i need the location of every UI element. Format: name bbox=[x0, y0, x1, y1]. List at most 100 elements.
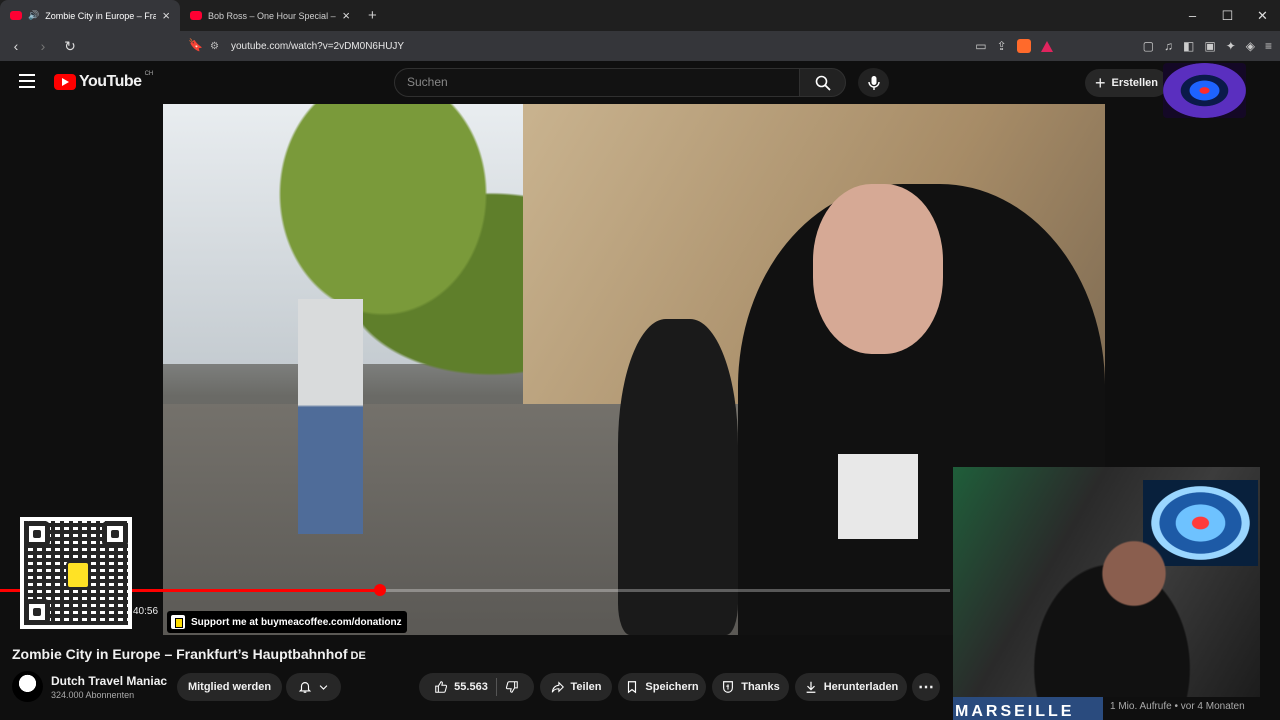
create-label: Erstellen bbox=[1111, 77, 1158, 89]
youtube-favicon-icon bbox=[190, 11, 202, 20]
url-text: youtube.com/watch?v=2vDM0N6HUJY bbox=[230, 40, 405, 52]
browser-tab-active[interactable]: 🔊 Zombie City in Europe – Frankfurt's × bbox=[0, 0, 180, 31]
video-time: 40:56 bbox=[133, 606, 159, 617]
thanks-icon bbox=[723, 681, 734, 693]
ai-icon[interactable]: ✦ bbox=[1226, 39, 1236, 53]
video-title-text: Zombie City in Europe – Frankfurt’s Haup… bbox=[12, 646, 348, 662]
thumbnail-text: MARSEILLE bbox=[955, 703, 1075, 720]
reload-icon[interactable]: ↻ bbox=[59, 38, 81, 55]
like-divider bbox=[495, 678, 497, 696]
close-tab-icon[interactable]: × bbox=[342, 8, 350, 23]
browser-tab-bar: 🔊 Zombie City in Europe – Frankfurt's × … bbox=[0, 0, 1280, 31]
hamburger-menu-icon[interactable] bbox=[19, 74, 35, 88]
maximize-icon[interactable]: ☐ bbox=[1210, 0, 1245, 31]
brave-rewards-icon[interactable] bbox=[1040, 40, 1053, 52]
channel-name[interactable]: Dutch Travel Maniac bbox=[51, 674, 167, 688]
save-label: Speichern bbox=[645, 681, 699, 693]
download-button[interactable]: Herunterladen bbox=[795, 673, 907, 701]
vpn-icon[interactable]: ◈ bbox=[1246, 39, 1255, 53]
youtube-favicon-icon bbox=[10, 11, 22, 20]
create-button[interactable]: + Erstellen bbox=[1085, 69, 1168, 97]
progress-bar[interactable] bbox=[0, 584, 950, 596]
qr-finder bbox=[102, 521, 128, 547]
cast-icon[interactable]: ▭ bbox=[975, 39, 986, 53]
progress-scrubber[interactable] bbox=[374, 584, 386, 596]
streamer-image bbox=[1013, 507, 1233, 697]
plus-icon: + bbox=[1095, 72, 1106, 93]
thanks-label: Thanks bbox=[741, 681, 780, 693]
bookmark-icon[interactable]: 🔖 bbox=[188, 38, 203, 52]
browser-tab[interactable]: Bob Ross – One Hour Special – The G × bbox=[180, 0, 360, 31]
account-avatar[interactable] bbox=[1163, 63, 1246, 118]
video-frame-woman bbox=[618, 319, 738, 635]
toolbar-actions: ▭ ⇪ ▢ ♫ ◧ ▣ ✦ ◈ ≡ bbox=[975, 31, 1272, 61]
youtube-play-icon bbox=[54, 74, 76, 90]
coffee-cup-icon bbox=[66, 561, 90, 589]
bell-icon bbox=[298, 682, 312, 693]
search-icon bbox=[815, 75, 831, 91]
minimize-icon[interactable]: – bbox=[1175, 0, 1210, 31]
new-tab-icon[interactable]: + bbox=[368, 7, 377, 24]
thanks-button[interactable]: Thanks bbox=[712, 673, 789, 701]
brave-shields-icon[interactable] bbox=[1016, 39, 1031, 53]
support-overlay[interactable]: Support me at buymeacoffee.com/donationz bbox=[167, 611, 407, 633]
download-icon bbox=[806, 681, 816, 693]
youtube-logo[interactable]: YouTube CH bbox=[54, 71, 154, 91]
video-frame-shirt-print bbox=[838, 454, 918, 539]
menu-icon[interactable]: ≡ bbox=[1265, 39, 1272, 53]
video-frame-trees bbox=[203, 104, 563, 404]
share-label: Teilen bbox=[570, 681, 602, 693]
voice-search-button[interactable] bbox=[858, 68, 889, 97]
chevron-down-icon bbox=[319, 685, 328, 690]
bookmark-save-icon bbox=[628, 681, 637, 694]
browser-toolbar: ‹ › ↻ 🔖 ⚙ youtube.com/watch?v=2vDM0N6HUJ… bbox=[0, 31, 1280, 61]
back-icon[interactable]: ‹ bbox=[5, 38, 27, 54]
title-language: DE bbox=[350, 650, 366, 662]
webcam-overlay bbox=[953, 467, 1260, 697]
notifications-button[interactable] bbox=[286, 673, 341, 701]
tab-label: Bob Ross – One Hour Special – The G bbox=[208, 10, 336, 21]
window-close-icon[interactable]: ✕ bbox=[1245, 0, 1280, 31]
wallet-icon[interactable]: ▣ bbox=[1204, 39, 1215, 53]
thumbs-up-icon bbox=[435, 681, 448, 693]
like-count: 55.563 bbox=[454, 681, 488, 693]
video-frame-walker bbox=[298, 299, 363, 534]
join-button[interactable]: Mitglied werden bbox=[177, 673, 282, 701]
qr-code bbox=[20, 517, 132, 629]
share-icon[interactable]: ⇪ bbox=[997, 39, 1007, 53]
join-label: Mitglied werden bbox=[187, 681, 272, 693]
qr-finder bbox=[24, 521, 50, 547]
site-info-icon[interactable]: ⚙ bbox=[210, 41, 219, 52]
close-tab-icon[interactable]: × bbox=[162, 8, 170, 23]
video-frame-man-head bbox=[813, 184, 943, 354]
country-code: CH bbox=[144, 71, 154, 77]
qr-finder bbox=[24, 599, 50, 625]
like-dislike-group: 55.563 bbox=[419, 673, 534, 701]
more-icon: ⋯ bbox=[918, 679, 934, 696]
search-button[interactable] bbox=[799, 68, 846, 97]
buymeacoffee-icon bbox=[171, 615, 185, 629]
channel-avatar[interactable] bbox=[12, 671, 43, 702]
sidebar-toggle-icon[interactable]: ▢ bbox=[1143, 39, 1154, 53]
share-button[interactable]: Teilen bbox=[540, 673, 612, 701]
address-bar[interactable]: ⚙ youtube.com/watch?v=2vDM0N6HUJY bbox=[210, 34, 1030, 58]
share-arrow-icon bbox=[551, 681, 564, 693]
recommended-thumbnail[interactable]: MARSEILLE bbox=[953, 697, 1103, 720]
logo-text: YouTube bbox=[79, 73, 142, 90]
forward-icon[interactable]: › bbox=[32, 38, 54, 54]
microphone-icon bbox=[867, 75, 880, 90]
panel-icon[interactable]: ◧ bbox=[1183, 39, 1194, 53]
speaker-icon[interactable]: 🔊 bbox=[28, 10, 39, 21]
youtube-header: YouTube CH Suchen + Erstellen bbox=[0, 61, 1280, 104]
music-icon[interactable]: ♫ bbox=[1164, 39, 1173, 53]
recommended-views: 1 Mio. Aufrufe • vor 4 Monaten bbox=[1110, 701, 1245, 712]
search-input[interactable]: Suchen bbox=[394, 68, 800, 97]
download-label: Herunterladen bbox=[823, 681, 899, 693]
support-text: Support me at buymeacoffee.com/donationz bbox=[191, 616, 402, 628]
save-button[interactable]: Speichern bbox=[618, 673, 706, 701]
more-actions-button[interactable]: ⋯ bbox=[912, 673, 940, 701]
subscriber-count: 324.000 Abonnenten bbox=[51, 690, 135, 700]
video-title: Zombie City in Europe – Frankfurt’s Haup… bbox=[12, 646, 366, 662]
thumbs-down-icon[interactable] bbox=[505, 680, 519, 694]
like-button[interactable]: 55.563 bbox=[434, 680, 488, 694]
